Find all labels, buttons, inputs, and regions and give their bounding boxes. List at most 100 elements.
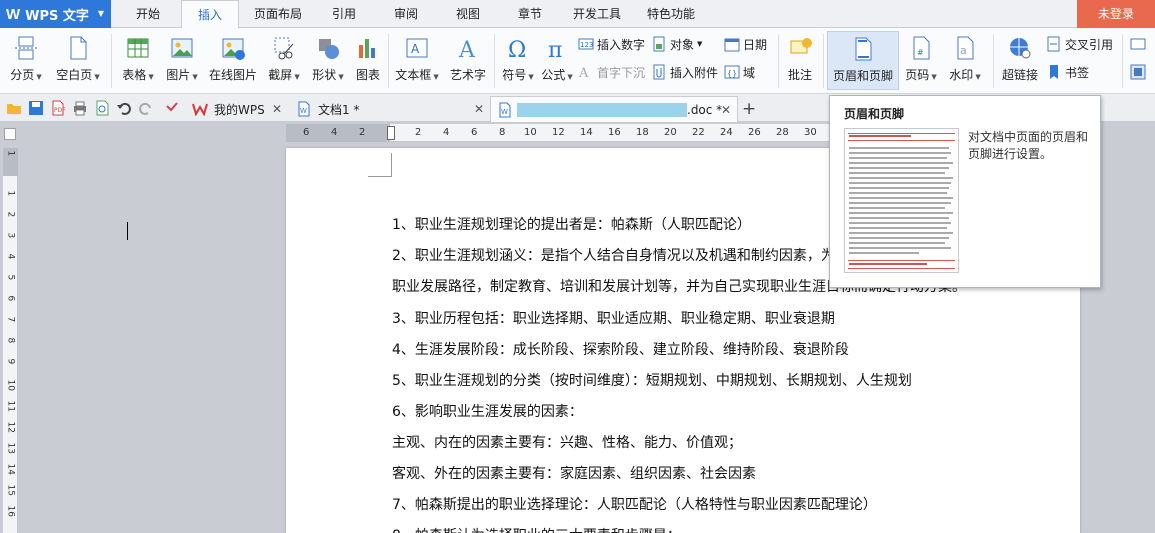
vertical-ruler[interactable]: 1 1 2 3 4 5 6 7 8 9 10 11 12 13 14 15 16 <box>3 148 18 533</box>
tab-current-document[interactable]: W .doc * ✕ <box>490 96 738 122</box>
svg-text:a: a <box>960 44 967 57</box>
export-pdf-icon[interactable]: PDF <box>50 100 66 116</box>
bookmark-button[interactable]: 书签 <box>1046 62 1089 82</box>
ruler-label: 20 <box>664 127 677 138</box>
cross-reference-button[interactable]: 交叉引用 <box>1046 34 1113 54</box>
tab-current-document-label: .doc * <box>687 102 723 117</box>
print-preview-icon[interactable] <box>94 100 110 116</box>
tab-document1[interactable]: W 文档1 * ✕ <box>290 96 490 122</box>
tab-references[interactable]: 引用 <box>325 0 363 28</box>
tab-home[interactable]: 开始 <box>126 0 170 28</box>
wps-logo-icon: W <box>6 5 21 23</box>
document-line[interactable]: 8、帕森斯认为选择职业的三大要素和步骤是： <box>392 525 681 533</box>
wps-app-button[interactable]: W WPS 文字 ▼ <box>0 0 111 28</box>
field-button[interactable]: {} 域 <box>724 62 755 82</box>
svg-text:π: π <box>548 38 562 61</box>
document-line[interactable]: 3、职业历程包括：职业选择期、职业适应期、职业稳定期、职业衰退期 <box>392 308 835 328</box>
document-line[interactable]: 2、职业生涯规划涵义：是指个人结合自身情况以及机遇和制约因素，为自 <box>392 245 849 265</box>
ruler-label: 4 <box>443 127 450 138</box>
number-icon: 123 <box>578 36 594 52</box>
table-label: 表格 <box>122 68 147 82</box>
document-line[interactable]: 4、生涯发展阶段：成长阶段、探索阶段、建立阶段、维持阶段、衰退阶段 <box>392 339 849 359</box>
more-button-bottom[interactable] <box>1130 62 1149 82</box>
picture-button[interactable]: 图片 ▼ <box>162 28 202 94</box>
watermark-button[interactable]: a 水印 ▼ <box>945 28 985 94</box>
field-label: 域 <box>743 65 756 80</box>
page-number-button[interactable]: # 页码 ▼ <box>901 28 941 94</box>
undo-icon[interactable] <box>116 100 132 116</box>
cross-reference-label: 交叉引用 <box>1065 37 1114 52</box>
dropcap-button[interactable]: A 首字下沉 <box>578 62 645 82</box>
app-name: WPS 文字 <box>25 8 89 24</box>
document-line[interactable]: 5、职业生涯规划的分类（按时间维度）：短期规划、中期规划、长期规划、人生规划 <box>392 370 912 390</box>
formula-button[interactable]: π 公式 ▼ <box>540 28 574 94</box>
document-line[interactable]: 客观、外在的因素主要有：家庭因素、组织因素、社会因素 <box>392 463 756 483</box>
ruler-label: 24 <box>720 127 733 138</box>
chart-button[interactable]: 图表 <box>352 28 384 94</box>
save-icon[interactable] <box>28 100 44 116</box>
indent-marker[interactable] <box>387 126 395 140</box>
ruler-label: 3 <box>5 232 16 239</box>
svg-text:123: 123 <box>580 41 593 49</box>
tab-view[interactable]: 视图 <box>449 0 487 28</box>
header-footer-icon <box>849 35 877 63</box>
screenshot-button[interactable]: 截屏 ▼ <box>264 28 304 94</box>
login-button[interactable]: 未登录 <box>1077 0 1155 28</box>
shape-icon <box>314 34 342 62</box>
ruler-toggle[interactable] <box>4 128 16 140</box>
document-line[interactable]: 1、职业生涯规划理论的提出者是：帕森斯（人职匹配论） <box>392 214 751 234</box>
close-icon[interactable]: ✕ <box>721 103 731 117</box>
table-button[interactable]: 表格 ▼ <box>118 28 158 94</box>
object-label: 对象 <box>670 37 695 52</box>
hyperlink-button[interactable]: 超链接 <box>998 28 1042 94</box>
blank-page-button[interactable]: 空白页 ▼ <box>52 28 104 94</box>
tab-section[interactable]: 章节 <box>511 0 549 28</box>
tab-page-layout[interactable]: 页面布局 <box>250 0 306 28</box>
text-cursor <box>127 222 128 240</box>
close-icon[interactable]: ✕ <box>474 102 484 116</box>
document-line[interactable]: 主观、内在的因素主要有：兴趣、性格、能力、价值观； <box>392 432 742 452</box>
ruler-label: 6 <box>303 127 310 138</box>
symbol-button[interactable]: Ω 符号 ▼ <box>498 28 538 94</box>
tab-insert[interactable]: 插入 <box>181 0 239 29</box>
document-line[interactable]: 6、影响职业生涯发展的因素： <box>392 401 583 421</box>
tab-developer[interactable]: 开发工具 <box>568 0 626 28</box>
date-button[interactable]: 日期 <box>724 34 767 54</box>
wordart-icon: A <box>454 34 482 62</box>
tab-review[interactable]: 审阅 <box>387 0 425 28</box>
margin-corner-mark <box>368 153 392 177</box>
object-button[interactable]: 对象 ▼ <box>651 34 702 54</box>
online-picture-button[interactable]: 在线图片 <box>206 28 260 94</box>
new-tab-plus-icon[interactable]: + <box>742 99 756 119</box>
ruler-label: 10 <box>5 379 16 391</box>
ruler-label: 22 <box>692 127 705 138</box>
ruler-label: 9 <box>5 358 16 365</box>
close-icon[interactable]: ✕ <box>272 102 282 116</box>
ruler-label: 1 <box>5 150 16 157</box>
redo-icon[interactable] <box>138 100 154 116</box>
textbox-button[interactable]: A 文本框 ▼ <box>392 28 442 94</box>
document-icon: W <box>497 102 513 118</box>
more-button-top[interactable] <box>1130 34 1149 54</box>
shape-button[interactable]: 形状 ▼ <box>308 28 348 94</box>
tab-my-wps[interactable]: 我的WPS ✕ <box>186 96 288 122</box>
formula-label: 公式 <box>541 68 566 82</box>
insert-attachment-button[interactable]: 插入附件 <box>651 62 718 82</box>
attachment-icon <box>651 64 667 80</box>
customize-toolbar-icon[interactable] <box>164 100 180 116</box>
ruler-label: 16 <box>608 127 621 138</box>
insert-number-button[interactable]: 123 插入数字 <box>578 34 645 54</box>
comment-button[interactable]: 批注 <box>782 28 818 94</box>
textbox-label: 文本框 <box>395 68 432 82</box>
ruler-label: 16 <box>5 505 16 517</box>
header-footer-button[interactable]: 页眉和页脚 <box>827 31 899 90</box>
print-icon[interactable] <box>72 100 88 116</box>
document-line[interactable]: 7、帕森斯提出的职业选择理论：人职匹配论（人格特性与职业因素匹配理论） <box>392 494 877 514</box>
wordart-button[interactable]: A 艺术字 <box>446 28 490 94</box>
ruler-label: 28 <box>776 127 789 138</box>
page-break-button[interactable]: 分页 ▼ <box>6 28 46 94</box>
ruler-label: 2 <box>359 127 366 138</box>
open-folder-icon[interactable] <box>6 100 22 116</box>
tooltip-preview-image <box>844 128 959 273</box>
tab-special-features[interactable]: 特色功能 <box>642 0 700 28</box>
